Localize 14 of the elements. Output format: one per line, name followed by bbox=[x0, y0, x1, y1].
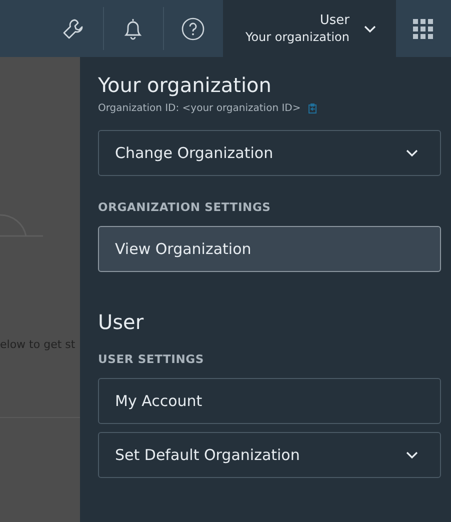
chevron-down-icon bbox=[406, 149, 418, 157]
chevron-down-icon bbox=[364, 24, 376, 32]
organization-id: Organization ID: <your organization ID> bbox=[98, 103, 301, 114]
user-menu[interactable]: User Your organization bbox=[222, 0, 396, 57]
menu-button[interactable]: View Organization bbox=[98, 226, 441, 272]
chevron-down-icon bbox=[406, 451, 418, 459]
section-heading: User bbox=[98, 309, 145, 336]
section-heading: Your organization bbox=[98, 72, 272, 99]
menu-button[interactable]: My Account bbox=[98, 378, 441, 424]
dropdown-button[interactable]: Change Organization bbox=[98, 130, 441, 176]
copy-icon[interactable] bbox=[306, 103, 318, 114]
section-label: USER SETTINGS bbox=[98, 352, 205, 366]
dropdown-button[interactable]: Set Default Organization bbox=[98, 432, 441, 478]
section-label: ORGANIZATION SETTINGS bbox=[98, 200, 272, 214]
